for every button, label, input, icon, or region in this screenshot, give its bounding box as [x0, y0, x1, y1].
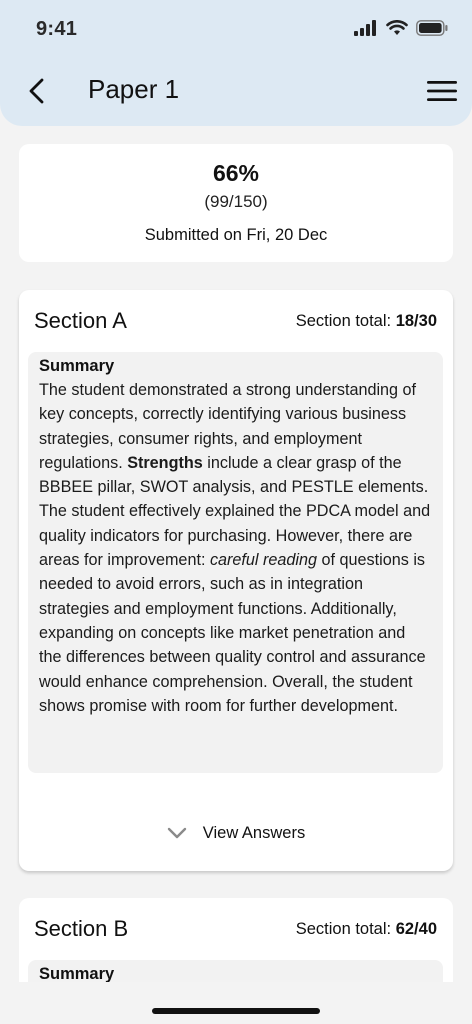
hamburger-menu-icon: [427, 81, 457, 101]
back-button[interactable]: [22, 76, 50, 106]
bottom-safe-area: [0, 982, 472, 1024]
section-total-label: Section total:: [295, 920, 396, 938]
section-total-value: 62/40: [395, 920, 437, 938]
status-time: 9:41: [36, 18, 78, 40]
section-total: Section total: 18/30: [296, 312, 437, 331]
view-answers-label: View Answers: [202, 823, 306, 842]
summary-heading: Summary: [39, 357, 115, 375]
home-indicator[interactable]: [152, 1008, 320, 1014]
menu-button[interactable]: [426, 78, 458, 104]
chevron-down-icon: [167, 827, 186, 839]
chevron-left-icon: [29, 78, 44, 104]
score-fraction: (99/150): [204, 192, 268, 211]
section-total-value: 18/30: [395, 312, 437, 330]
signal-icon: [354, 20, 376, 36]
submitted-date: Submitted on Fri, 20 Dec: [144, 226, 328, 244]
section-title: Section B: [34, 916, 129, 941]
status-icons: [354, 20, 448, 36]
view-answers-button[interactable]: View Answers: [19, 818, 453, 848]
score-card: 66% (99/150) Submitted on Fri, 20 Dec: [19, 144, 453, 262]
battery-icon: [416, 20, 448, 36]
section-a-card: Section A Section total: 18/30 Summary T…: [19, 290, 453, 871]
app-header: 9:41 Paper 1: [0, 0, 472, 126]
score-percent: 66%: [212, 160, 260, 186]
page-title: Paper 1: [88, 74, 180, 104]
summary-text: The student demonstrated a strong unders…: [39, 381, 431, 715]
summary-box: Summary The student demonstrated a stron…: [28, 352, 443, 773]
section-title: Section A: [34, 308, 127, 333]
wifi-icon: [386, 20, 408, 35]
section-total: Section total: 62/40: [296, 920, 437, 939]
section-total-label: Section total:: [295, 312, 396, 330]
